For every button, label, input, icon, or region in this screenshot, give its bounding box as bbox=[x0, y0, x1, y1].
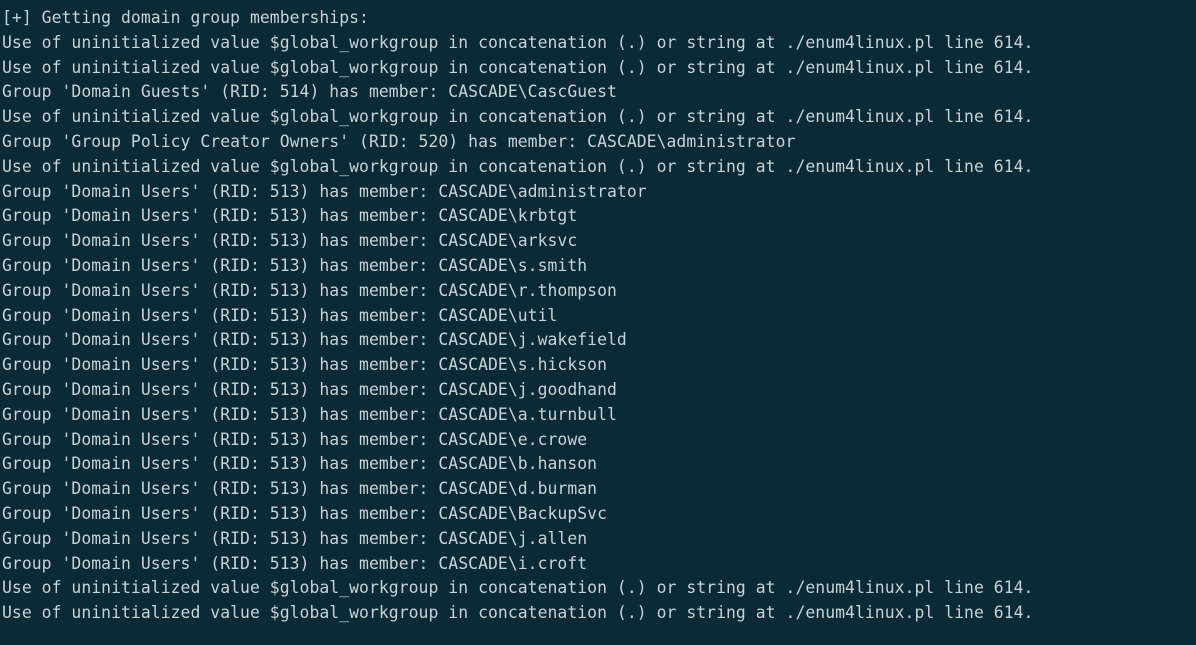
terminal-line: Group 'Domain Users' (RID: 513) has memb… bbox=[2, 454, 598, 474]
terminal-line: Group 'Domain Users' (RID: 513) has memb… bbox=[2, 181, 647, 201]
terminal-output: [+] Getting domain group memberships: Us… bbox=[2, 6, 1033, 626]
terminal-line: Group 'Domain Users' (RID: 513) has memb… bbox=[2, 479, 598, 499]
terminal-line: Group 'Domain Users' (RID: 513) has memb… bbox=[2, 528, 588, 548]
terminal-line: Use of uninitialized value $global_workg… bbox=[2, 578, 1034, 598]
terminal-line: Use of uninitialized value $global_workg… bbox=[2, 57, 1034, 77]
terminal-line: Group 'Domain Users' (RID: 513) has memb… bbox=[2, 231, 578, 251]
terminal-window[interactable]: [+] Getting domain group memberships: Us… bbox=[0, 0, 1196, 645]
terminal-line: Group 'Domain Users' (RID: 513) has memb… bbox=[2, 404, 617, 424]
terminal-line: Group 'Domain Users' (RID: 513) has memb… bbox=[2, 503, 607, 523]
terminal-line: Use of uninitialized value $global_workg… bbox=[2, 107, 1034, 127]
terminal-line: Group 'Domain Users' (RID: 513) has memb… bbox=[2, 280, 617, 300]
terminal-line: Group 'Domain Users' (RID: 513) has memb… bbox=[2, 355, 607, 375]
terminal-line: Group 'Domain Users' (RID: 513) has memb… bbox=[2, 206, 578, 226]
terminal-line: Use of uninitialized value $global_workg… bbox=[2, 603, 1034, 623]
terminal-line: Use of uninitialized value $global_workg… bbox=[2, 32, 1034, 52]
terminal-line: Group 'Domain Users' (RID: 513) has memb… bbox=[2, 429, 588, 449]
terminal-line: Group 'Domain Users' (RID: 513) has memb… bbox=[2, 330, 627, 350]
terminal-line: Group 'Domain Users' (RID: 513) has memb… bbox=[2, 379, 617, 399]
terminal-line: Use of uninitialized value $global_workg… bbox=[2, 156, 1034, 176]
terminal-line: Group 'Domain Users' (RID: 513) has memb… bbox=[2, 255, 588, 275]
terminal-line: Group 'Domain Users' (RID: 513) has memb… bbox=[2, 305, 558, 325]
terminal-line: Group 'Domain Users' (RID: 513) has memb… bbox=[2, 553, 588, 573]
terminal-line: Group 'Group Policy Creator Owners' (RID… bbox=[2, 131, 796, 151]
terminal-line: Group 'Domain Guests' (RID: 514) has mem… bbox=[2, 82, 617, 102]
terminal-line: [+] Getting domain group memberships: bbox=[2, 8, 369, 27]
